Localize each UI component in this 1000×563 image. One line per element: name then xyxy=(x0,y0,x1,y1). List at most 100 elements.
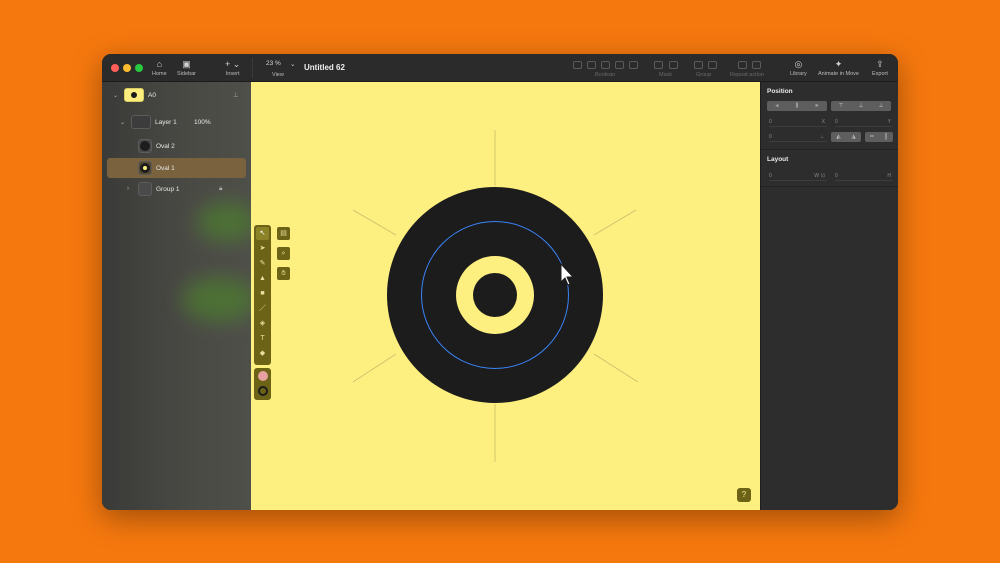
distribute-group[interactable]: ═ ║ xyxy=(865,132,893,142)
chevron-down-icon[interactable]: ⌄ xyxy=(113,92,118,99)
line-icon[interactable]: ／ xyxy=(256,302,269,315)
rotation-field[interactable]: 0 ∟ xyxy=(769,132,827,142)
group-label: Group xyxy=(696,72,712,78)
zoom-select[interactable]: 23 % xyxy=(266,60,281,67)
toolbar: ⌂ Home ▣ Sidebar + ⌄ Insert 23 % ⌄ View … xyxy=(102,54,898,82)
layer-row-oval1[interactable]: Oval 1 xyxy=(107,158,246,178)
app-window: ⌂ Home ▣ Sidebar + ⌄ Insert 23 % ⌄ View … xyxy=(102,54,898,510)
section-divider xyxy=(761,186,898,187)
flip-group[interactable]: ◭ ◮ xyxy=(831,132,861,142)
library-button[interactable]: ◎ Library xyxy=(790,59,807,78)
home-icon: ⌂ xyxy=(156,59,163,69)
flip-horizontal-icon[interactable]: ◭ xyxy=(836,134,840,140)
align-top-icon[interactable]: ⊤ xyxy=(839,103,844,109)
align-horizontal-group[interactable]: ⫷ ⫼ ⫸ xyxy=(767,101,827,111)
stroke-color-swatch[interactable] xyxy=(256,385,269,398)
export-button[interactable]: ⇪ Export xyxy=(872,59,888,78)
vector-icon[interactable]: ▲ xyxy=(256,272,269,285)
align-left-icon[interactable]: ⫷ xyxy=(776,103,779,110)
align-right-icon[interactable]: ⫸ xyxy=(815,103,818,110)
flip-vertical-icon[interactable]: ◮ xyxy=(851,134,855,140)
layers-panel: ⌄ A0 ⊥ ⌄ Layer 1 100% Oval 2 Oval 1 › Gr… xyxy=(102,82,257,510)
insert-button[interactable]: + ⌄ Insert xyxy=(225,59,240,78)
layer-row-oval2[interactable]: Oval 2 xyxy=(102,136,251,156)
lock-icon[interactable]: ⊡ xyxy=(821,171,825,181)
hand-icon[interactable]: ✋︎ xyxy=(277,267,290,280)
library-icon: ◎ xyxy=(794,59,803,69)
fill-icon[interactable]: ◈ xyxy=(256,317,269,330)
eraser-icon[interactable]: ◆ xyxy=(256,347,269,360)
artboard-thumbnail-dot xyxy=(131,92,137,98)
lock-icon[interactable]: 🔒︎ xyxy=(219,185,222,193)
ungroup-icon[interactable] xyxy=(708,61,717,69)
shape-icon[interactable]: ■ xyxy=(256,287,269,300)
oval-thumbnail-dot xyxy=(140,141,150,151)
color-palette xyxy=(254,368,271,400)
repeat-alt-icon[interactable] xyxy=(752,61,761,69)
rotation-icon: ∟ xyxy=(820,134,825,140)
width-field[interactable]: 0 W ⊡ xyxy=(769,171,827,181)
frame-icon[interactable]: ▤ xyxy=(277,227,290,240)
group-icon[interactable] xyxy=(694,61,703,69)
help-button[interactable]: ? xyxy=(737,488,751,502)
layer-row-layer1[interactable]: ⌄ Layer 1 100% xyxy=(102,112,251,132)
export-icon: ⇪ xyxy=(876,59,884,69)
select-icon[interactable]: ↖ xyxy=(256,227,269,240)
close-window-button[interactable] xyxy=(111,64,119,72)
chevron-down-icon[interactable]: ⌄ xyxy=(120,119,125,126)
distribute-vertical-icon[interactable]: ║ xyxy=(884,134,888,140)
layer-row-artboard[interactable]: ⌄ A0 ⊥ xyxy=(102,85,251,105)
x-field[interactable]: 0 X xyxy=(769,117,827,127)
difference-icon[interactable] xyxy=(615,61,624,69)
height-field[interactable]: 0 H xyxy=(835,171,893,181)
layer-name: Oval 2 xyxy=(156,142,175,150)
mask-label: Mask xyxy=(659,72,673,78)
inner-oval xyxy=(473,273,517,317)
chevron-down-icon[interactable]: ⌄ xyxy=(290,60,295,68)
mask-alt-icon[interactable] xyxy=(669,61,678,69)
layer-row-group1[interactable]: › Group 1 🔒︎ xyxy=(102,179,251,199)
artwork xyxy=(352,130,639,462)
layer-name: Layer 1 xyxy=(155,118,177,126)
chevron-right-icon[interactable]: › xyxy=(127,186,129,192)
animate-icon: ✦ xyxy=(834,59,843,69)
sidebar-button[interactable]: ▣ Sidebar xyxy=(177,59,196,78)
layer-thumbnail xyxy=(131,115,151,129)
guide-line xyxy=(352,209,397,236)
flatten-icon[interactable] xyxy=(629,61,638,69)
zoom-window-button[interactable] xyxy=(135,64,143,72)
document-title[interactable]: Untitled 62 xyxy=(304,63,345,72)
y-field[interactable]: 0 Y xyxy=(835,117,893,127)
intersect-icon[interactable] xyxy=(601,61,610,69)
pen-icon[interactable]: ✎ xyxy=(256,257,269,270)
text-icon[interactable]: T xyxy=(256,332,269,345)
guide-line xyxy=(352,353,397,383)
minimize-window-button[interactable] xyxy=(123,64,131,72)
subtract-icon[interactable] xyxy=(587,61,596,69)
animate-in-move-button[interactable]: ✦ Animate in Move xyxy=(818,59,859,78)
mask-icon[interactable] xyxy=(654,61,663,69)
plus-icon: + ⌄ xyxy=(225,59,241,69)
layer-name: A0 xyxy=(148,91,156,99)
position-title: Position xyxy=(767,88,793,95)
align-bottom-icon[interactable]: ⊥ xyxy=(879,103,884,109)
view-tools-palette: ▤ ⌕ ✋︎ xyxy=(275,225,292,285)
union-icon[interactable] xyxy=(573,61,582,69)
direct-select-icon[interactable]: ➤ xyxy=(256,242,269,255)
pin-icon[interactable]: ⊥ xyxy=(233,91,239,99)
distribute-horizontal-icon[interactable]: ═ xyxy=(870,134,874,140)
layer-name: Oval 1 xyxy=(156,164,175,172)
repeat-icon[interactable] xyxy=(738,61,747,69)
zoom-icon[interactable]: ⌕ xyxy=(277,247,290,260)
fill-color-swatch[interactable] xyxy=(256,370,269,383)
canvas[interactable]: ↖ ➤ ✎ ▲ ■ ／ ◈ T ◆ ▤ ⌕ ✋︎ ? xyxy=(251,82,760,510)
inspector-panel: Position ⫷ ⫼ ⫸ ⊤ ⊥ ⊥ 0 X 0 Y 0 ∟ ◭ ◮ ═ ║… xyxy=(760,82,898,510)
align-center-icon[interactable]: ⫼ xyxy=(796,103,799,110)
home-button[interactable]: ⌂ Home xyxy=(152,59,167,78)
group-thumbnail xyxy=(138,182,152,196)
oval-thumbnail xyxy=(138,139,152,153)
guide-line xyxy=(593,353,639,383)
repeat-action-label: Repeat action xyxy=(730,72,764,78)
align-vertical-group[interactable]: ⊤ ⊥ ⊥ xyxy=(831,101,891,111)
align-middle-icon[interactable]: ⊥ xyxy=(859,103,864,109)
